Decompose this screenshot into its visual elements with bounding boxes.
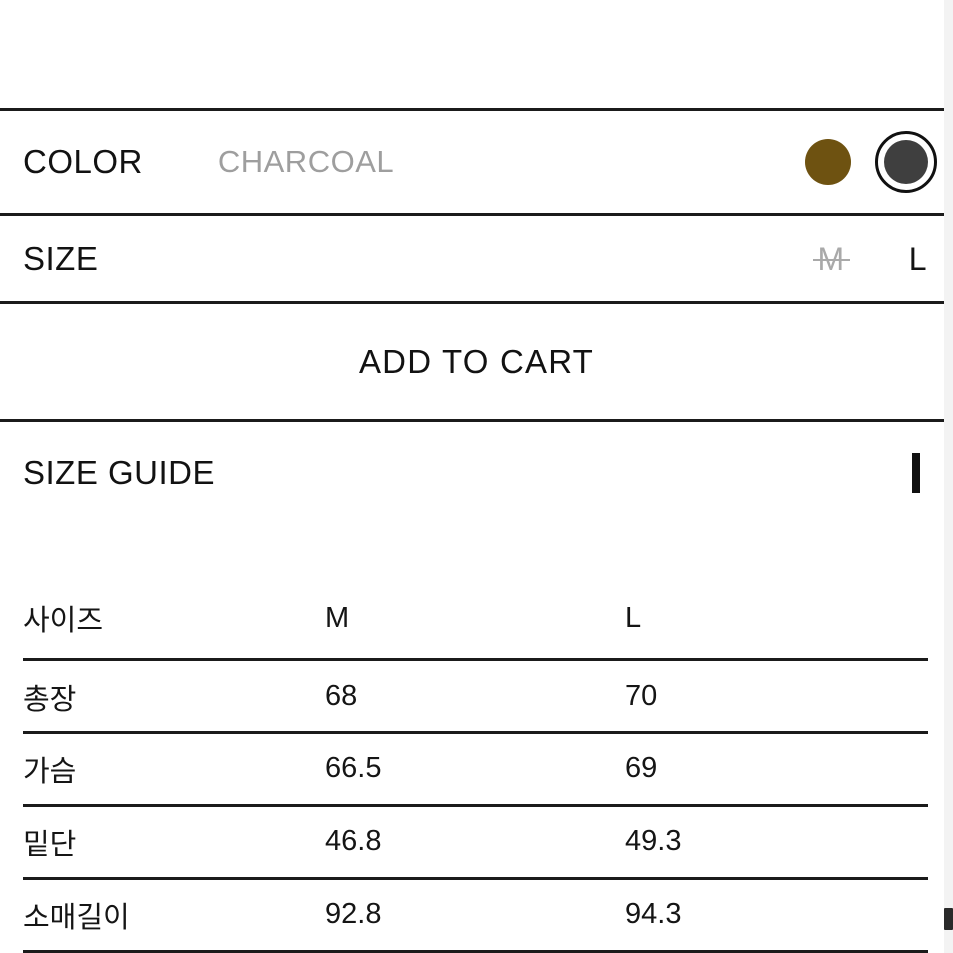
top-spacer [0, 0, 953, 108]
color-selected-value: CHARCOAL [217, 144, 395, 179]
add-to-cart-label: ADD TO CART [358, 342, 595, 380]
size-option-group: M L [812, 241, 931, 277]
row-value-m: 68 [325, 680, 358, 712]
row-value-m: 92.8 [325, 898, 382, 930]
size-label: SIZE [23, 239, 99, 277]
size-option-m[interactable]: M [812, 241, 850, 277]
brown-swatch-icon [805, 139, 851, 185]
row-value-l: 49.3 [625, 825, 682, 857]
table-header-row: 사이즈 M L [23, 579, 928, 661]
size-guide-table: 사이즈 M L 총장 68 70 가슴 66.5 69 밑단 46.8 49.3… [23, 579, 928, 953]
size-table-body: 총장 68 70 가슴 66.5 69 밑단 46.8 49.3 소매길이 92… [23, 659, 928, 953]
row-label: 가슴 [23, 755, 77, 788]
table-row: 밑단 46.8 49.3 [23, 805, 928, 878]
row-value-m: 66.5 [325, 752, 382, 784]
add-to-cart-button[interactable]: ADD TO CART [0, 301, 953, 419]
header-size-l: L [625, 579, 928, 661]
row-value-l: 70 [625, 680, 658, 712]
row-label: 총장 [23, 683, 77, 716]
page-scrollbar-track[interactable] [944, 0, 953, 953]
size-guide-label: SIZE GUIDE [23, 454, 216, 491]
row-value-m: 46.8 [325, 825, 382, 857]
product-options-page: COLOR CHARCOAL SIZE M L ADD TO CART SIZE… [0, 0, 953, 953]
header-measurement: 사이즈 [23, 579, 325, 661]
color-swatch-group [797, 131, 937, 193]
color-swatch-brown[interactable] [797, 131, 859, 193]
size-option-row[interactable]: SIZE M L [0, 213, 953, 301]
row-value-l: 69 [625, 752, 658, 784]
table-row: 총장 68 70 [23, 659, 928, 732]
size-guide-table-wrap: 사이즈 M L 총장 68 70 가슴 66.5 69 밑단 46.8 49.3… [0, 524, 953, 953]
row-value-l: 94.3 [625, 898, 682, 930]
table-row: 소매길이 92.8 94.3 [23, 878, 928, 951]
size-table-head: 사이즈 M L [23, 579, 928, 661]
color-swatch-charcoal[interactable] [875, 131, 937, 193]
color-label: COLOR [23, 143, 143, 180]
header-size-m: M [325, 579, 625, 661]
charcoal-swatch-icon [884, 140, 928, 184]
size-option-l[interactable]: L [905, 241, 931, 277]
table-row: 가슴 66.5 69 [23, 732, 928, 805]
row-label: 소매길이 [23, 901, 130, 934]
color-option-row[interactable]: COLOR CHARCOAL [0, 108, 953, 213]
vertical-bar-icon[interactable] [912, 453, 920, 493]
page-scrollbar-thumb[interactable] [944, 908, 953, 930]
row-label: 밑단 [23, 828, 77, 861]
size-guide-row[interactable]: SIZE GUIDE [0, 419, 953, 524]
